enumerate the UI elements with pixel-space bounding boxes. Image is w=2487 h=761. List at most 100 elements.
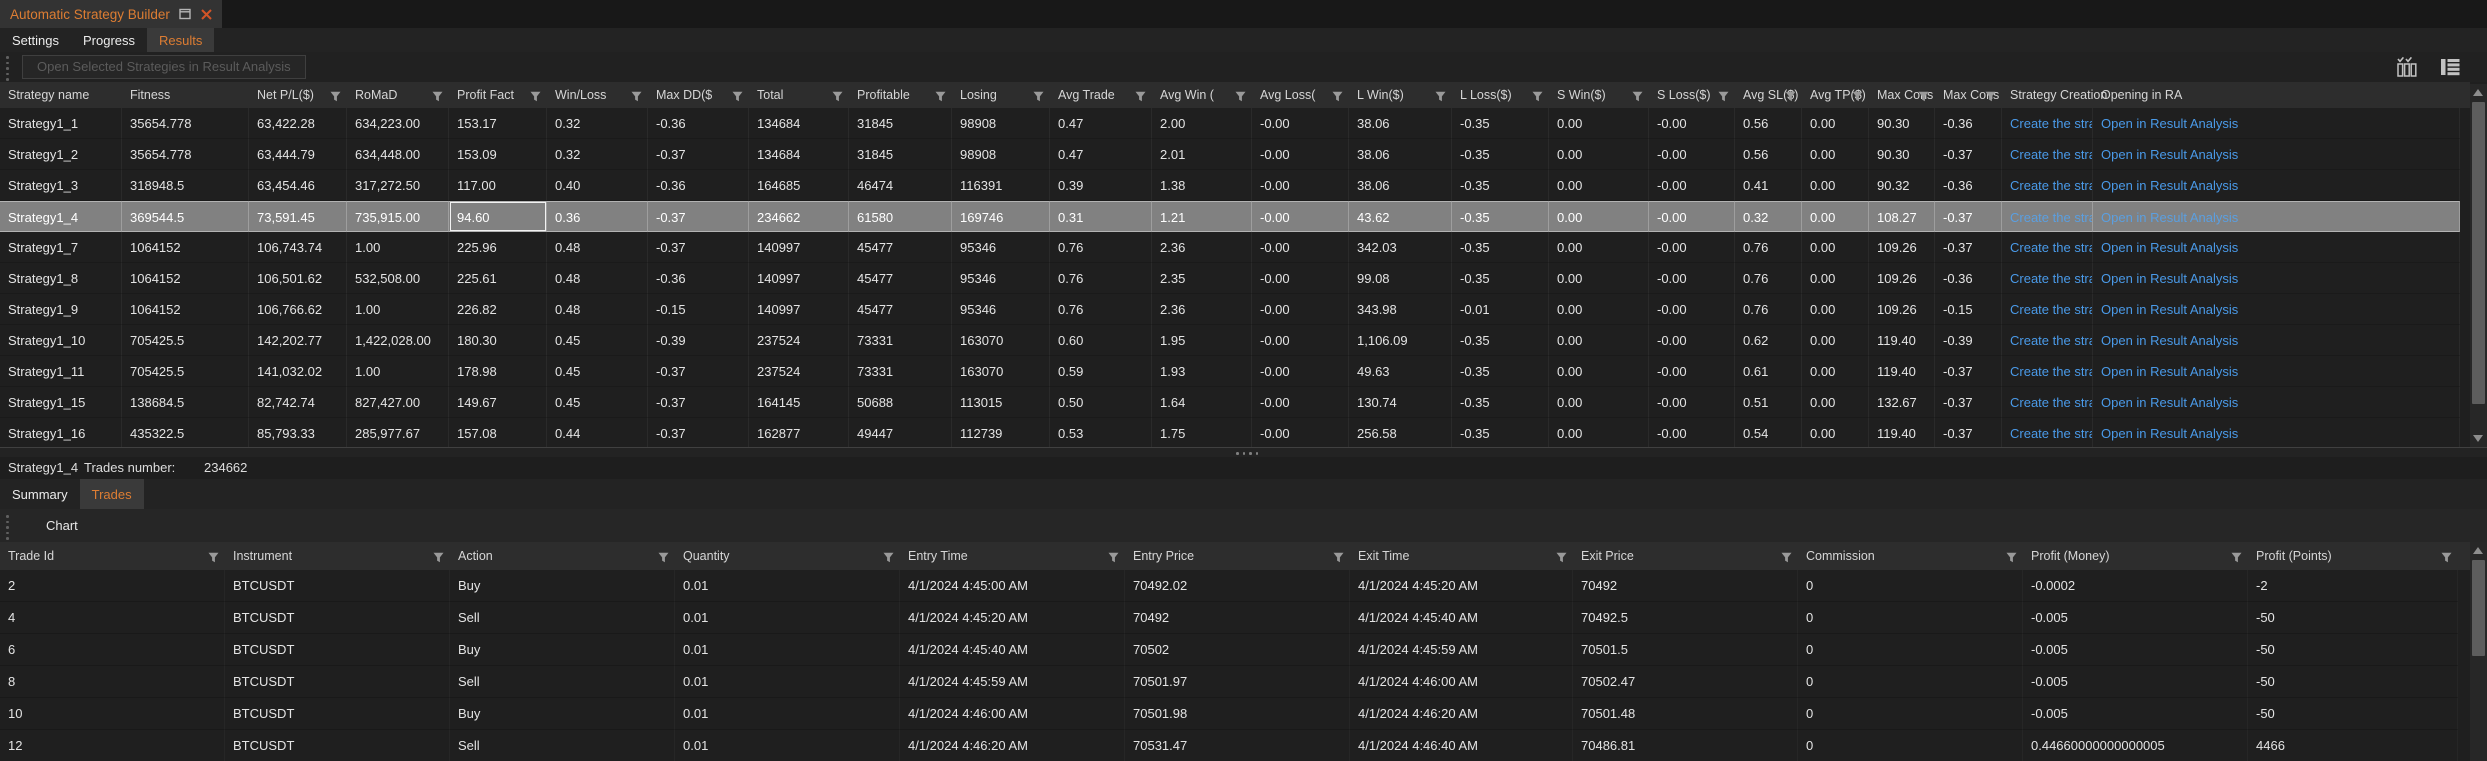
results-cell[interactable]: Strategy1_4	[0, 201, 122, 232]
trades-column-header[interactable]: Instrument	[225, 542, 450, 570]
results-cell[interactable]: -0.00	[1252, 387, 1349, 418]
results-cell[interactable]: -0.37	[1935, 387, 2002, 418]
filter-icon[interactable]	[208, 550, 219, 568]
results-column-header[interactable]: L Loss($)	[1452, 82, 1549, 108]
results-cell[interactable]: Open in Result Analysis	[2093, 108, 2460, 139]
trades-cell[interactable]: -0.005	[2023, 666, 2248, 698]
trades-cell[interactable]: 4466	[2248, 730, 2458, 761]
results-cell[interactable]: 634,223.00	[347, 108, 449, 139]
create-strategy-link[interactable]: Create the strategy	[2010, 426, 2093, 441]
open-in-result-analysis-link[interactable]: Open in Result Analysis	[2101, 364, 2238, 379]
results-cell[interactable]: Strategy1_9	[0, 294, 122, 325]
results-cell[interactable]: 31845	[849, 108, 952, 139]
trades-cell[interactable]: -0.005	[2023, 634, 2248, 666]
trades-cell[interactable]: 0.01	[675, 602, 900, 634]
results-cell[interactable]: 95346	[952, 232, 1050, 263]
results-cell[interactable]: Open in Result Analysis	[2093, 139, 2460, 170]
results-cell[interactable]: 369544.5	[122, 201, 249, 232]
results-cell[interactable]: Strategy1_11	[0, 356, 122, 387]
results-cell[interactable]: Strategy1_3	[0, 170, 122, 201]
results-cell[interactable]: -0.37	[648, 232, 749, 263]
results-cell[interactable]: -0.01	[1452, 294, 1549, 325]
results-cell[interactable]: 0.48	[547, 263, 648, 294]
filter-icon[interactable]	[1632, 89, 1643, 107]
trades-cell[interactable]: 70492.5	[1573, 602, 1798, 634]
results-cell[interactable]: 63,454.46	[249, 170, 347, 201]
trades-cell[interactable]: 0.01	[675, 634, 900, 666]
tab-settings[interactable]: Settings	[0, 28, 71, 52]
results-cell[interactable]: 106,501.62	[249, 263, 347, 294]
results-cell[interactable]: Strategy1_16	[0, 418, 122, 447]
results-cell[interactable]: 108.27	[1869, 201, 1935, 232]
results-cell[interactable]: -0.00	[1252, 294, 1349, 325]
results-cell[interactable]: -0.37	[1935, 201, 2002, 232]
table-row[interactable]: Strategy1_135654.77863,422.28634,223.001…	[0, 108, 2460, 139]
filter-icon[interactable]	[732, 89, 743, 107]
results-cell[interactable]: -0.35	[1452, 356, 1549, 387]
results-column-header[interactable]: Strategy Creation	[2002, 82, 2093, 108]
trades-cell[interactable]: 70501.48	[1573, 698, 1798, 730]
results-cell[interactable]: -0.00	[1649, 170, 1735, 201]
results-cell[interactable]: 2.00	[1152, 108, 1252, 139]
results-cell[interactable]: 0.00	[1549, 294, 1649, 325]
trades-cell[interactable]: BTCUSDT	[225, 666, 450, 698]
table-row[interactable]: Strategy1_16435322.585,793.33285,977.671…	[0, 418, 2460, 447]
trades-cell[interactable]: -0.0002	[2023, 570, 2248, 602]
results-cell[interactable]: 119.40	[1869, 325, 1935, 356]
results-cell[interactable]: -0.15	[1935, 294, 2002, 325]
results-cell[interactable]: 226.82	[449, 294, 547, 325]
trades-cell[interactable]: -50	[2248, 698, 2458, 730]
results-cell[interactable]: 98908	[952, 108, 1050, 139]
filter-icon[interactable]	[2441, 550, 2452, 568]
results-column-header[interactable]: Fitness	[122, 82, 249, 108]
results-cell[interactable]: 43.62	[1349, 201, 1452, 232]
results-vertical-scrollbar[interactable]	[2470, 84, 2487, 447]
results-column-header[interactable]: Max Cons	[1869, 82, 1935, 108]
results-cell[interactable]: 38.06	[1349, 108, 1452, 139]
results-cell[interactable]: Create the strategy	[2002, 108, 2093, 139]
results-cell[interactable]: 169746	[952, 201, 1050, 232]
results-cell[interactable]: 705425.5	[122, 356, 249, 387]
results-cell[interactable]: 634,448.00	[347, 139, 449, 170]
results-cell[interactable]: 106,766.62	[249, 294, 347, 325]
results-cell[interactable]: 35654.778	[122, 139, 249, 170]
column-chooser-icon[interactable]	[2395, 55, 2421, 79]
results-cell[interactable]: 2.36	[1152, 232, 1252, 263]
results-cell[interactable]: -0.00	[1252, 201, 1349, 232]
results-column-header[interactable]: Opening in RA	[2093, 82, 2460, 108]
filter-icon[interactable]	[530, 89, 541, 107]
results-cell[interactable]: 0.76	[1050, 294, 1152, 325]
filter-icon[interactable]	[2006, 550, 2017, 568]
results-cell[interactable]: Open in Result Analysis	[2093, 356, 2460, 387]
results-cell[interactable]: -0.35	[1452, 418, 1549, 447]
results-cell[interactable]: 94.60	[449, 201, 547, 232]
open-in-result-analysis-link[interactable]: Open in Result Analysis	[2101, 210, 2238, 225]
filter-icon[interactable]	[832, 89, 843, 107]
results-column-header[interactable]: Profit Fact	[449, 82, 547, 108]
results-cell[interactable]: 35654.778	[122, 108, 249, 139]
results-cell[interactable]: 318948.5	[122, 170, 249, 201]
filter-icon[interactable]	[1108, 550, 1119, 568]
results-cell[interactable]: 0.48	[547, 232, 648, 263]
results-column-header[interactable]: Total	[749, 82, 849, 108]
table-row[interactable]: 12BTCUSDTSell0.014/1/2024 4:46:20 AM7053…	[0, 730, 2460, 761]
trades-cell[interactable]: 4/1/2024 4:45:20 AM	[1350, 570, 1573, 602]
results-cell[interactable]: -0.00	[1252, 232, 1349, 263]
results-cell[interactable]: 532,508.00	[347, 263, 449, 294]
filter-icon[interactable]	[433, 550, 444, 568]
trades-cell[interactable]: BTCUSDT	[225, 730, 450, 761]
results-column-header[interactable]: Max Cons	[1935, 82, 2002, 108]
trades-cell[interactable]: -2	[2248, 570, 2458, 602]
trades-cell[interactable]: Buy	[450, 634, 675, 666]
trades-cell[interactable]: BTCUSDT	[225, 602, 450, 634]
table-row[interactable]: Strategy1_4369544.573,591.45735,915.0094…	[0, 201, 2460, 232]
results-cell[interactable]: 1064152	[122, 232, 249, 263]
results-cell[interactable]: 1064152	[122, 294, 249, 325]
create-strategy-link[interactable]: Create the strategy	[2010, 210, 2093, 225]
results-cell[interactable]: Strategy1_7	[0, 232, 122, 263]
results-cell[interactable]: 0.56	[1735, 108, 1802, 139]
trades-cell[interactable]: 4/1/2024 4:45:20 AM	[900, 602, 1125, 634]
results-cell[interactable]: Strategy1_15	[0, 387, 122, 418]
trades-cell[interactable]: 0	[1798, 602, 2023, 634]
filter-icon[interactable]	[1918, 89, 1929, 107]
